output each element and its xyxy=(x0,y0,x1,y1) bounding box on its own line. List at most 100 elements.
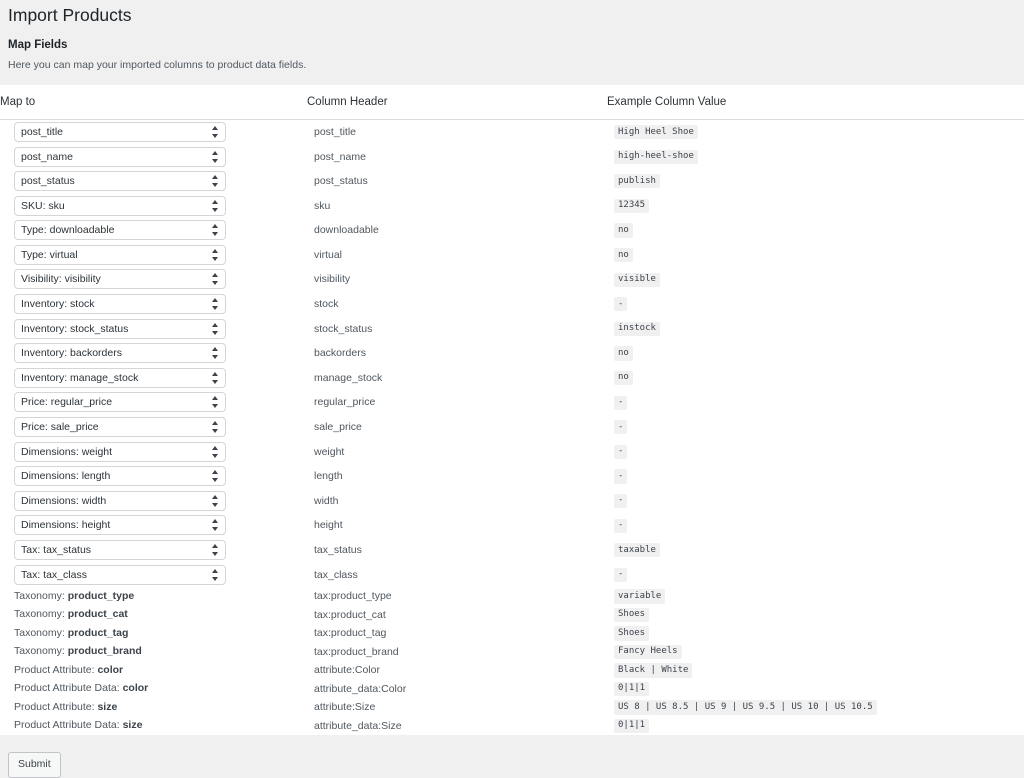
map-to-select[interactable]: post_status xyxy=(14,171,226,191)
map-to-select[interactable]: Type: virtual xyxy=(14,245,226,265)
cell-example-value: instock xyxy=(607,316,1024,341)
cell-column-header: weight xyxy=(307,439,607,464)
map-to-select-wrapper: Price: regular_price xyxy=(14,392,226,412)
table-row: Product Attribute Data: colorattribute_d… xyxy=(0,679,1024,698)
cell-map-to: Tax: tax_class xyxy=(0,562,307,587)
map-to-select-wrapper: SKU: sku xyxy=(14,196,226,216)
cell-map-to: Product Attribute Data: color xyxy=(0,679,307,698)
cell-column-header: sale_price xyxy=(307,415,607,440)
map-to-select[interactable]: Inventory: backorders xyxy=(14,343,226,363)
example-value-chip: publish xyxy=(614,174,660,188)
example-value-chip: - xyxy=(614,494,627,508)
example-value-chip: Shoes xyxy=(614,626,649,640)
cell-column-header: attribute:Color xyxy=(307,661,607,680)
map-to-select[interactable]: Price: sale_price xyxy=(14,417,226,437)
cell-map-to: Taxonomy: product_tag xyxy=(0,624,307,643)
page-title: Import Products xyxy=(0,0,1024,33)
map-to-field-name: product_tag xyxy=(68,627,129,639)
example-value-chip: 12345 xyxy=(614,199,649,213)
cell-example-value: taxable xyxy=(607,538,1024,563)
map-to-label: Taxonomy: product_tag xyxy=(14,627,128,639)
map-to-select[interactable]: Dimensions: width xyxy=(14,491,226,511)
cell-map-to: SKU: sku xyxy=(0,193,307,218)
table-row: Dimensions: weight weight- xyxy=(0,439,1024,464)
cell-map-to: Dimensions: width xyxy=(0,489,307,514)
map-to-select[interactable]: Dimensions: weight xyxy=(14,442,226,462)
cell-example-value: variable xyxy=(607,587,1024,606)
table-row: Inventory: backorders backorders no xyxy=(0,341,1024,366)
cell-example-value: no xyxy=(607,341,1024,366)
section-title-map-fields: Map Fields xyxy=(0,33,1024,56)
map-to-field-name: product_type xyxy=(68,590,135,602)
example-value-chip: no xyxy=(614,346,633,360)
example-value-chip: high-heel-shoe xyxy=(614,150,698,164)
example-value-chip: - xyxy=(614,568,627,582)
cell-column-header: post_status xyxy=(307,169,607,194)
cell-map-to: Dimensions: length xyxy=(0,464,307,489)
section-description: Here you can map your imported columns t… xyxy=(0,56,1024,85)
cell-column-header: manage_stock xyxy=(307,366,607,391)
cell-column-header: sku xyxy=(307,193,607,218)
map-to-label: Taxonomy: product_brand xyxy=(14,645,142,657)
map-to-select[interactable]: Tax: tax_status xyxy=(14,540,226,560)
map-to-field-name: color xyxy=(123,682,149,694)
cell-column-header: attribute:Size xyxy=(307,698,607,717)
cell-column-header: post_title xyxy=(307,119,607,144)
cell-column-header: visibility xyxy=(307,267,607,292)
table-row: post_status post_status publish xyxy=(0,169,1024,194)
map-to-select[interactable]: post_title xyxy=(14,122,226,142)
cell-column-header: backorders xyxy=(307,341,607,366)
map-to-select[interactable]: Price: regular_price xyxy=(14,392,226,412)
map-to-label: Product Attribute: size xyxy=(14,701,117,713)
cell-map-to: Product Attribute Data: size xyxy=(0,716,307,735)
cell-map-to: Taxonomy: product_cat xyxy=(0,605,307,624)
table-row: SKU: sku sku 12345 xyxy=(0,193,1024,218)
map-to-select[interactable]: Inventory: stock xyxy=(14,294,226,314)
cell-example-value: - xyxy=(607,489,1024,514)
cell-map-to: Product Attribute: color xyxy=(0,661,307,680)
cell-example-value: High Heel Shoe xyxy=(607,119,1024,144)
map-to-label: Taxonomy: product_type xyxy=(14,590,134,602)
map-to-select[interactable]: SKU: sku xyxy=(14,196,226,216)
table-row: Price: regular_priceregular_price- xyxy=(0,390,1024,415)
table-row: Type: virtualvirtualno xyxy=(0,243,1024,268)
map-to-select[interactable]: Type: downloadable xyxy=(14,220,226,240)
map-to-select-wrapper: Visibility: visibility xyxy=(14,269,226,289)
table-row: Taxonomy: product_cattax:product_catShoe… xyxy=(0,605,1024,624)
cell-example-value: no xyxy=(607,366,1024,391)
example-value-chip: instock xyxy=(614,322,660,336)
cell-map-to: Dimensions: weight xyxy=(0,439,307,464)
map-to-select-wrapper: post_title xyxy=(14,122,226,142)
map-to-select[interactable]: Dimensions: length xyxy=(14,466,226,486)
cell-column-header: attribute_data:Size xyxy=(307,716,607,735)
cell-map-to: Dimensions: height xyxy=(0,513,307,538)
cell-column-header: tax:product_tag xyxy=(307,624,607,643)
map-to-select-wrapper: Dimensions: width xyxy=(14,491,226,511)
cell-map-to: Inventory: backorders xyxy=(0,341,307,366)
map-to-select[interactable]: Inventory: stock_status xyxy=(14,319,226,339)
table-row: Inventory: manage_stock manage_stockno xyxy=(0,366,1024,391)
cell-column-header: virtual xyxy=(307,243,607,268)
map-to-select[interactable]: Tax: tax_class xyxy=(14,565,226,585)
example-value-chip: variable xyxy=(614,589,665,603)
map-to-select[interactable]: Dimensions: height xyxy=(14,515,226,535)
cell-map-to: Inventory: manage_stock xyxy=(0,366,307,391)
column-header-example-column-value: Example Column Value xyxy=(607,85,1024,120)
cell-example-value: - xyxy=(607,464,1024,489)
map-to-select[interactable]: Inventory: manage_stock xyxy=(14,368,226,388)
map-to-select[interactable]: Visibility: visibility xyxy=(14,269,226,289)
map-to-label: Product Attribute Data: color xyxy=(14,682,148,694)
map-to-select-wrapper: Inventory: stock_status xyxy=(14,319,226,339)
submit-button[interactable]: Submit xyxy=(8,752,61,778)
map-to-select[interactable]: post_name xyxy=(14,147,226,167)
cell-column-header: downloadable xyxy=(307,218,607,243)
map-to-select-wrapper: Dimensions: length xyxy=(14,466,226,486)
cell-column-header: length xyxy=(307,464,607,489)
table-row: Taxonomy: product_typetax:product_typeva… xyxy=(0,587,1024,606)
cell-column-header: stock xyxy=(307,292,607,317)
cell-example-value: - xyxy=(607,292,1024,317)
example-value-chip: - xyxy=(614,445,627,459)
map-to-select-wrapper: post_name xyxy=(14,147,226,167)
map-to-select-wrapper: Type: virtual xyxy=(14,245,226,265)
cell-example-value: - xyxy=(607,562,1024,587)
